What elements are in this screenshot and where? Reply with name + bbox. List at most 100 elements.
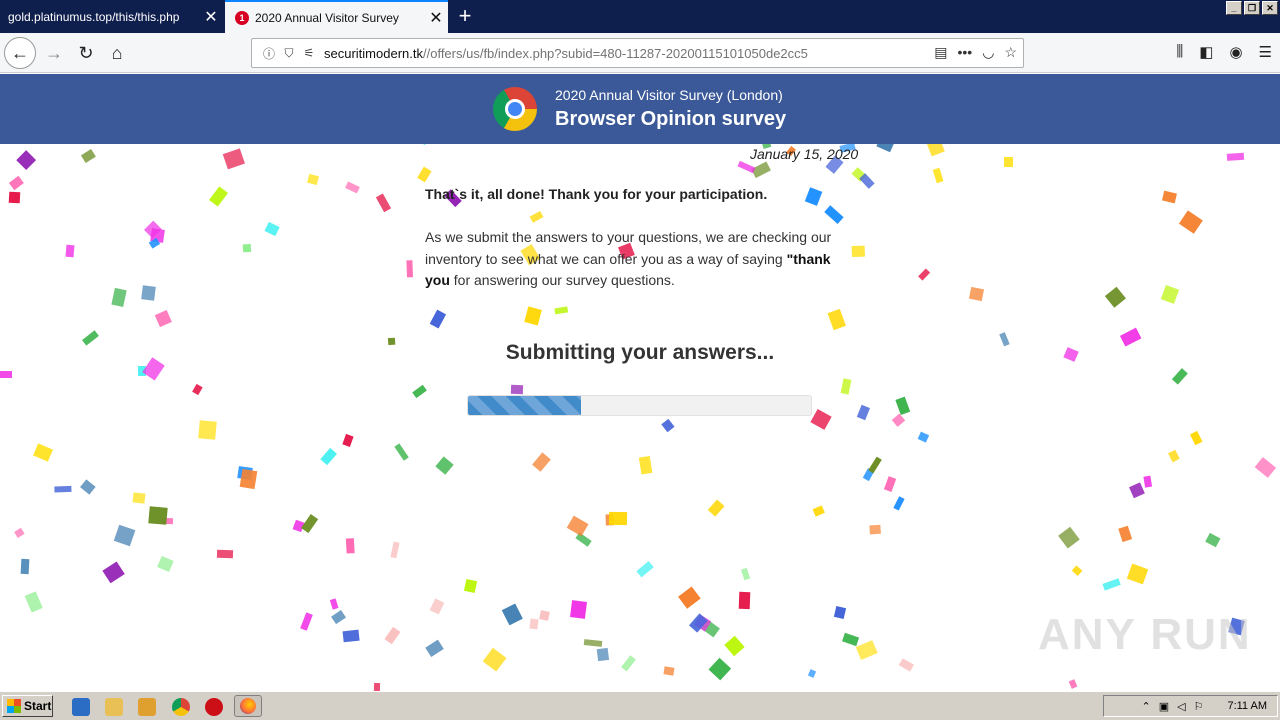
library-icon[interactable]: ⫼ bbox=[1176, 43, 1183, 61]
info-paragraph: As we submit the answers to your questio… bbox=[425, 227, 855, 292]
confetti-piece bbox=[208, 185, 229, 207]
confetti-piece bbox=[197, 420, 216, 440]
confetti-piece bbox=[510, 384, 523, 395]
confetti-piece bbox=[155, 310, 173, 327]
firefox-taskbar-button[interactable] bbox=[234, 695, 262, 717]
network-icon[interactable]: ▣ bbox=[1159, 700, 1169, 713]
chrome-icon[interactable] bbox=[172, 698, 190, 716]
confetti-piece bbox=[663, 666, 676, 676]
start-button[interactable]: Start bbox=[2, 695, 53, 717]
media-player-icon[interactable] bbox=[138, 698, 156, 716]
confetti-piece bbox=[529, 618, 539, 631]
confetti-piece bbox=[141, 285, 157, 301]
confetti-piece bbox=[8, 191, 21, 204]
confetti-piece bbox=[1226, 152, 1244, 161]
confetti-piece bbox=[132, 492, 146, 504]
confetti-piece bbox=[893, 496, 906, 511]
sidebar-icon[interactable]: ◧ bbox=[1199, 43, 1213, 61]
confetti-piece bbox=[20, 559, 30, 575]
confetti-piece bbox=[412, 385, 428, 399]
home-button[interactable]: ⌂ bbox=[101, 37, 133, 69]
confetti-piece bbox=[1161, 285, 1180, 305]
opera-icon[interactable] bbox=[205, 698, 223, 716]
confetti-piece bbox=[737, 161, 756, 174]
ie-icon[interactable] bbox=[72, 698, 90, 716]
tab-active[interactable]: 1 2020 Annual Visitor Survey ✕ bbox=[225, 0, 448, 33]
alert-badge-icon: 1 bbox=[235, 10, 249, 25]
confetti-piece bbox=[724, 635, 745, 656]
confetti-piece bbox=[707, 499, 725, 517]
confetti-piece bbox=[932, 167, 944, 184]
new-tab-button[interactable]: + bbox=[452, 4, 478, 30]
confetti-piece bbox=[596, 648, 609, 662]
confetti-piece bbox=[813, 505, 825, 517]
minimize-button[interactable]: _ bbox=[1226, 1, 1242, 15]
confetti-piece bbox=[82, 329, 100, 346]
paragraph-text-end: for answering our survey questions. bbox=[449, 272, 675, 288]
close-window-button[interactable]: ✕ bbox=[1262, 1, 1278, 15]
confetti-piece bbox=[33, 442, 54, 462]
folder-icon[interactable] bbox=[105, 698, 123, 716]
confetti-piece bbox=[677, 586, 701, 609]
close-tab-icon[interactable]: ✕ bbox=[424, 8, 448, 28]
confetti-piece bbox=[1189, 430, 1203, 446]
reload-button[interactable]: ↻ bbox=[70, 37, 102, 69]
submitting-heading: Submitting your answers... bbox=[505, 341, 775, 364]
confetti-piece bbox=[841, 378, 853, 395]
chevron-up-icon[interactable]: ⌃ bbox=[1141, 700, 1150, 713]
reader-view-icon[interactable]: ▤ bbox=[934, 44, 947, 61]
confetti-piece bbox=[524, 306, 543, 326]
clock: 7:11 AM bbox=[1227, 700, 1267, 712]
confetti-piece bbox=[25, 590, 43, 612]
confetti-piece bbox=[239, 468, 257, 489]
confetti-piece bbox=[1068, 678, 1078, 689]
confetti-piece bbox=[869, 524, 882, 534]
confetti-piece bbox=[529, 211, 544, 224]
confetti-piece bbox=[384, 626, 401, 644]
confetti-piece bbox=[917, 268, 930, 282]
more-actions-icon[interactable]: ••• bbox=[958, 44, 973, 61]
confetti-piece bbox=[828, 308, 847, 330]
confetti-piece bbox=[804, 187, 822, 206]
confetti-piece bbox=[435, 455, 454, 475]
confetti-piece bbox=[570, 600, 588, 619]
confetti-piece bbox=[899, 657, 915, 671]
confetti-piece bbox=[810, 409, 833, 431]
tab-strip: gold.platinumus.top/this/this.php ✕ 1 20… bbox=[0, 0, 1280, 33]
start-label: Start bbox=[24, 699, 52, 713]
confetti-piece bbox=[857, 404, 870, 420]
bookmark-star-icon[interactable]: ☆ bbox=[1004, 44, 1017, 61]
confetti-piece bbox=[113, 524, 135, 547]
tab-title: 2020 Annual Visitor Survey bbox=[255, 10, 399, 25]
menu-icon[interactable]: ☰ bbox=[1259, 43, 1272, 61]
confetti-piece bbox=[307, 174, 320, 186]
confetti-piece bbox=[583, 639, 602, 648]
permissions-icon[interactable]: ⚟ bbox=[300, 46, 318, 60]
done-message: That`s it, all done! Thank you for your … bbox=[425, 186, 768, 202]
restore-button[interactable]: ❐ bbox=[1244, 1, 1260, 15]
account-icon[interactable]: ◉ bbox=[1229, 43, 1242, 61]
confetti-piece bbox=[264, 221, 280, 237]
confetti-piece bbox=[463, 579, 478, 594]
confetti-piece bbox=[416, 166, 431, 182]
pocket-icon[interactable]: ◡ bbox=[982, 44, 994, 61]
volume-icon[interactable]: ◁ bbox=[1177, 700, 1185, 713]
confetti-piece bbox=[390, 541, 400, 559]
flag-icon[interactable]: ⚐ bbox=[1194, 700, 1204, 713]
confetti-piece bbox=[1162, 190, 1177, 204]
shield-icon[interactable]: ⛉ bbox=[280, 46, 298, 61]
forward-button[interactable]: → bbox=[38, 37, 70, 69]
url-bar[interactable]: ⓘ ⛉ ⚟ securitimodern.tk//offers/us/fb/in… bbox=[251, 38, 1024, 68]
confetti-piece bbox=[14, 528, 25, 539]
confetti-piece bbox=[740, 567, 751, 580]
close-tab-icon[interactable]: ✕ bbox=[199, 7, 223, 27]
confetti-piece bbox=[1120, 327, 1142, 346]
confetti-piece bbox=[1205, 533, 1220, 547]
tab-inactive[interactable]: gold.platinumus.top/this/this.php ✕ bbox=[0, 0, 223, 33]
back-button[interactable]: ← bbox=[4, 37, 36, 69]
confetti-piece bbox=[1104, 287, 1126, 309]
nav-toolbar: ← → ↻ ⌂ ⓘ ⛉ ⚟ securitimodern.tk//offers/… bbox=[0, 33, 1280, 73]
info-icon[interactable]: ⓘ bbox=[260, 45, 278, 62]
confetti-piece bbox=[1004, 157, 1013, 167]
taskbar: Start ⌃ ▣ ◁ ⚐ 7:11 AM bbox=[0, 691, 1280, 720]
